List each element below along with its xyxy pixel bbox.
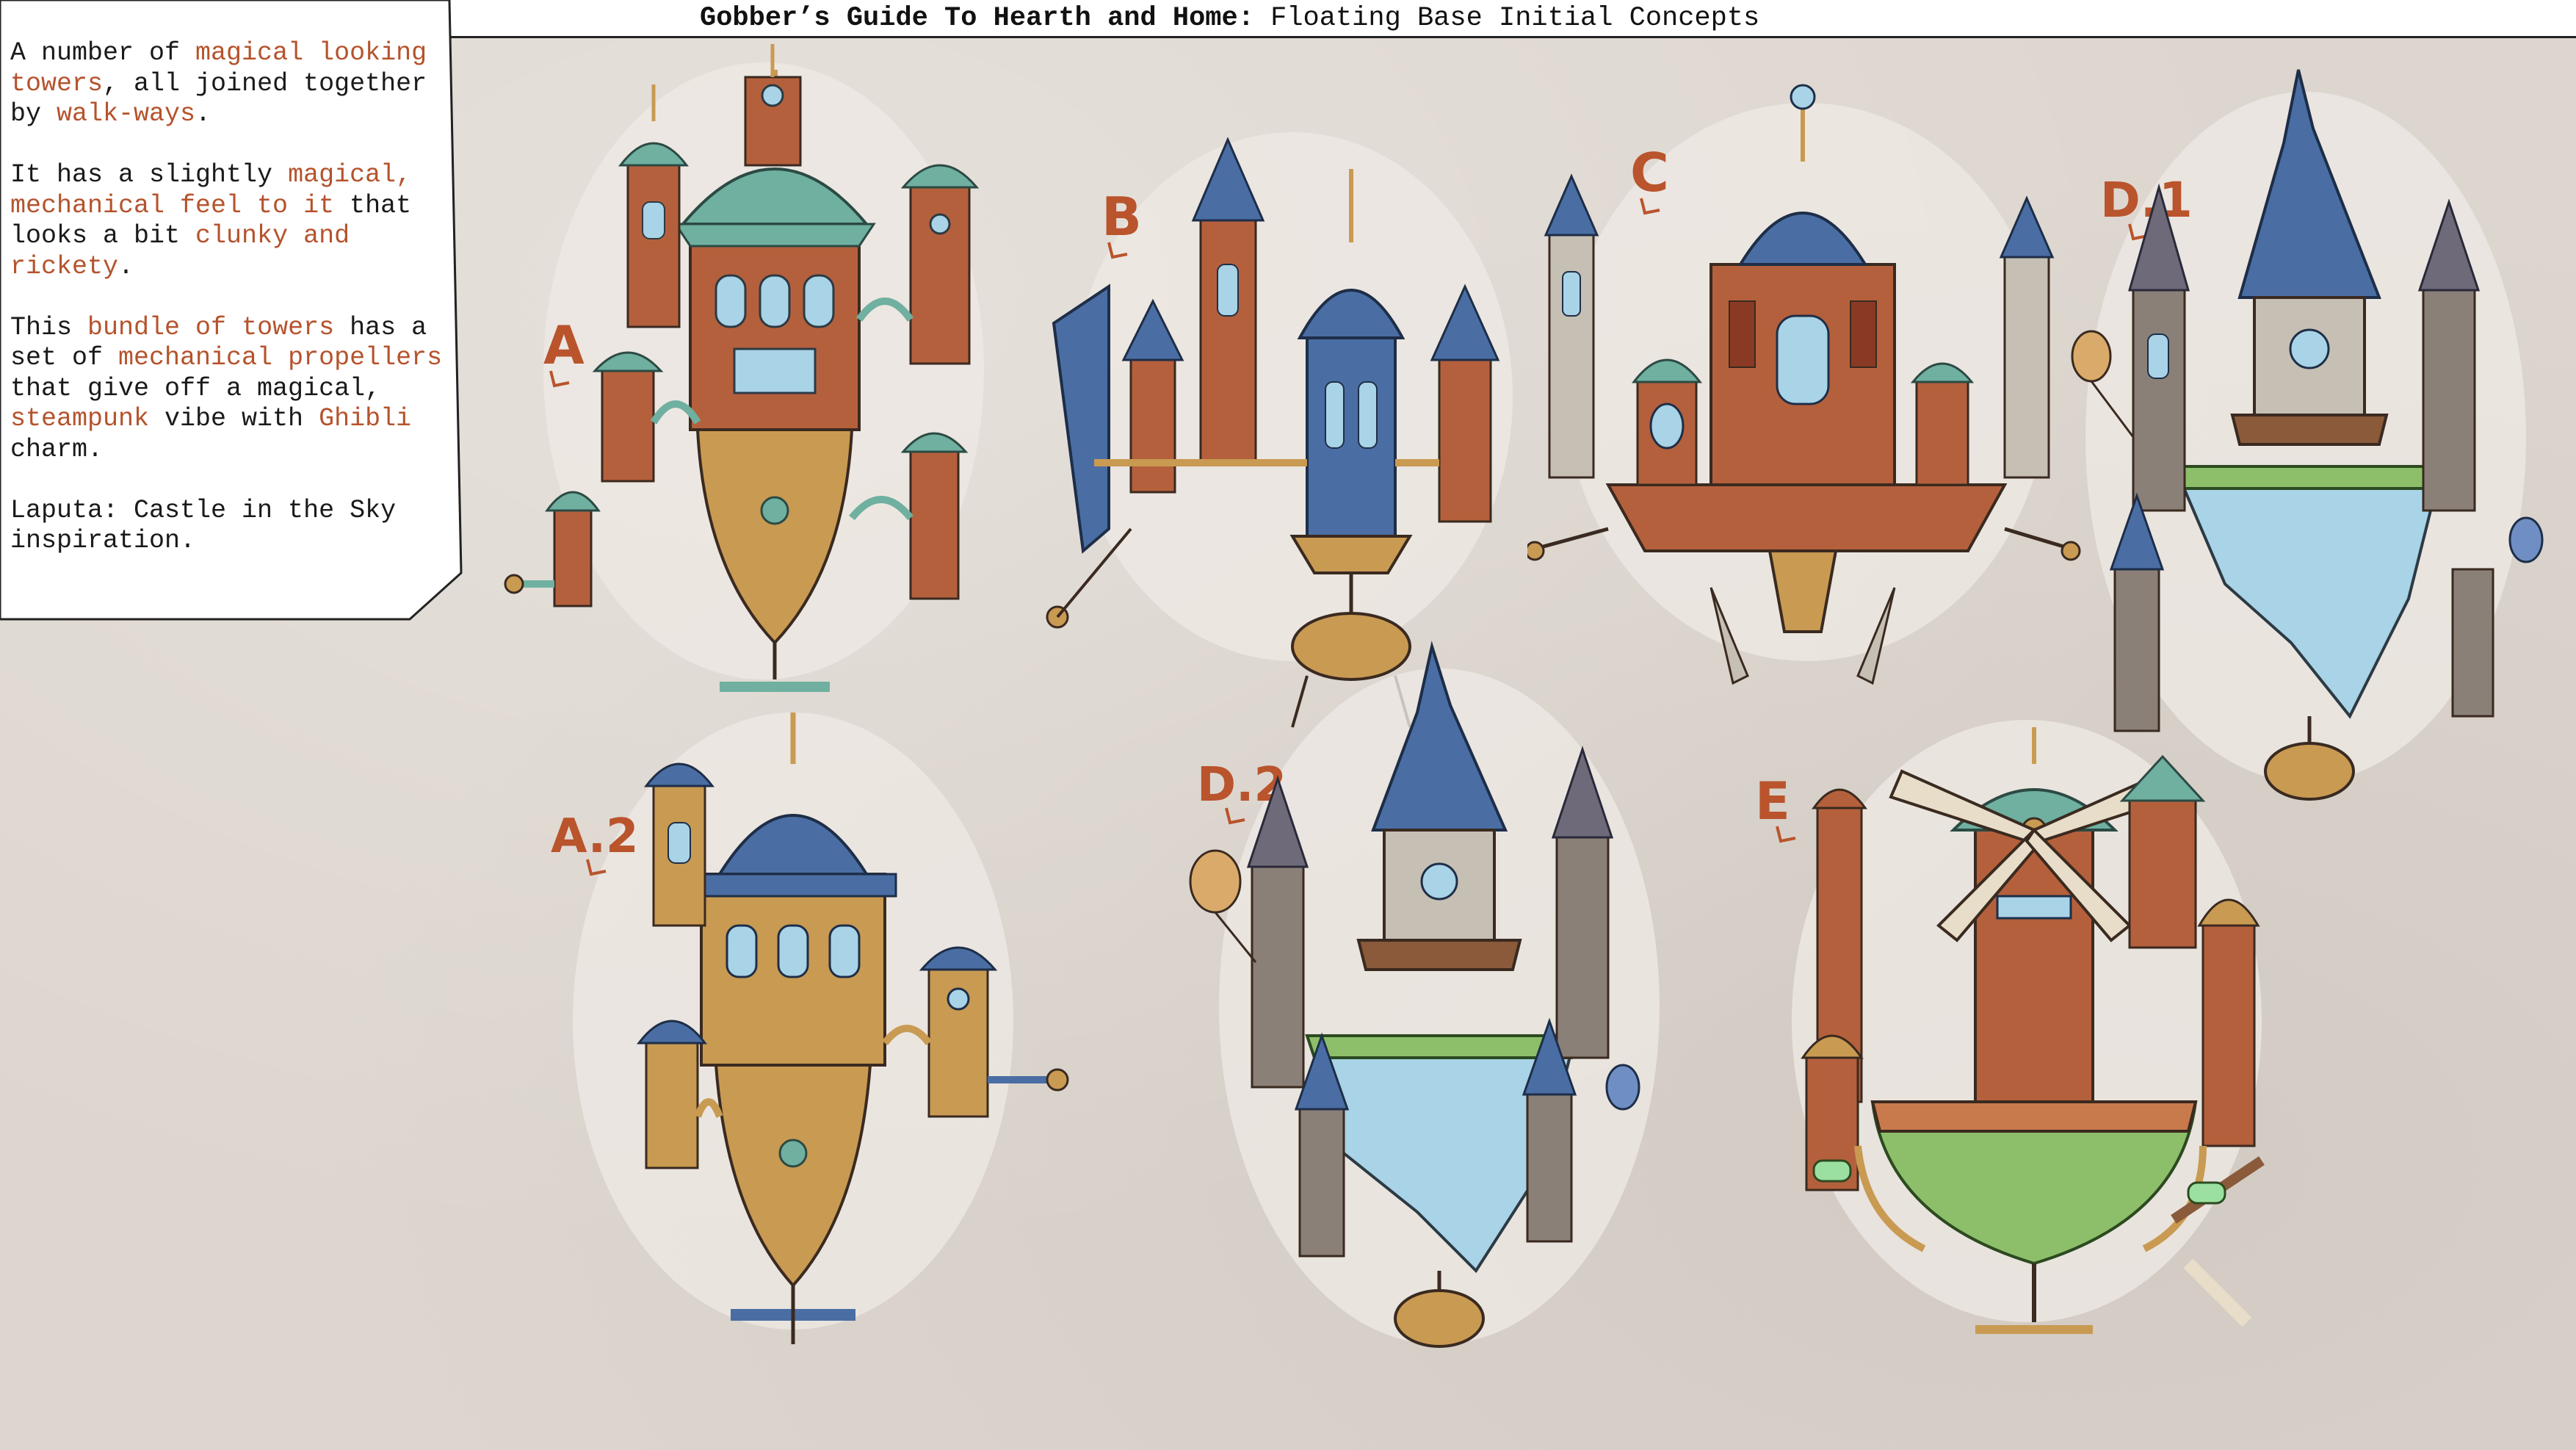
note-highlight: Ghibli <box>319 404 412 433</box>
note-text: It has a slightly <box>10 160 289 190</box>
note-text: that give off a magical, <box>10 373 381 403</box>
concept-label: A.2 <box>551 809 639 864</box>
notes-text: A number of magical looking towers, all … <box>10 38 458 587</box>
note-highlight: steampunk <box>10 404 150 433</box>
concept-label: D.1 <box>2100 172 2193 228</box>
page-title: Gobber’s Guide To Hearth and Home: Float… <box>700 3 1759 34</box>
concept-a2-illustration: A.2 <box>551 713 1069 1344</box>
note-paragraph-2: It has a slightly magical, mechanical fe… <box>10 160 458 282</box>
concept-d2: D.2 <box>1175 639 1689 1374</box>
concept-a2: A.2 <box>543 705 1072 1366</box>
note-highlight: bundle of towers <box>87 312 335 342</box>
concept-label: E <box>1755 771 1790 832</box>
note-paragraph-4: Laputa: Castle in the Sky inspiration. <box>10 495 397 556</box>
note-highlight: mechanical propellers <box>118 343 443 372</box>
title-bar: Gobber’s Guide To Hearth and Home: Float… <box>448 0 2576 38</box>
concept-a-illustration: A <box>504 44 984 692</box>
concept-label: A <box>543 314 585 376</box>
concept-d2-illustration: D.2 <box>1189 641 1660 1348</box>
note-highlight: walk-ways <box>57 99 196 129</box>
note-text: vibe with <box>149 404 319 433</box>
concept-label: C <box>1630 142 1669 203</box>
title-rest: Floating Base Initial Concepts <box>1253 3 1760 34</box>
note-text: This <box>10 312 88 342</box>
concept-c-illustration: C <box>1527 84 2081 685</box>
concept-c: C <box>1527 73 2085 705</box>
note-paragraph-1: A number of magical looking towers, all … <box>10 38 458 130</box>
concept-e-illustration: E <box>1755 720 2265 1334</box>
concept-e: E <box>1733 705 2291 1388</box>
note-text: charm. <box>10 434 104 464</box>
title-bold: Gobber’s Guide To Hearth and Home: <box>700 3 1254 34</box>
notes-panel: A number of magical looking towers, all … <box>0 0 470 624</box>
concept-a: A <box>499 40 1043 724</box>
concept-label: B <box>1101 186 1142 248</box>
note-paragraph-3: This bundle of towers has a set of mecha… <box>10 313 458 466</box>
note-text: A number of <box>10 38 196 68</box>
note-text: . <box>195 99 211 129</box>
note-text: . <box>118 251 134 281</box>
